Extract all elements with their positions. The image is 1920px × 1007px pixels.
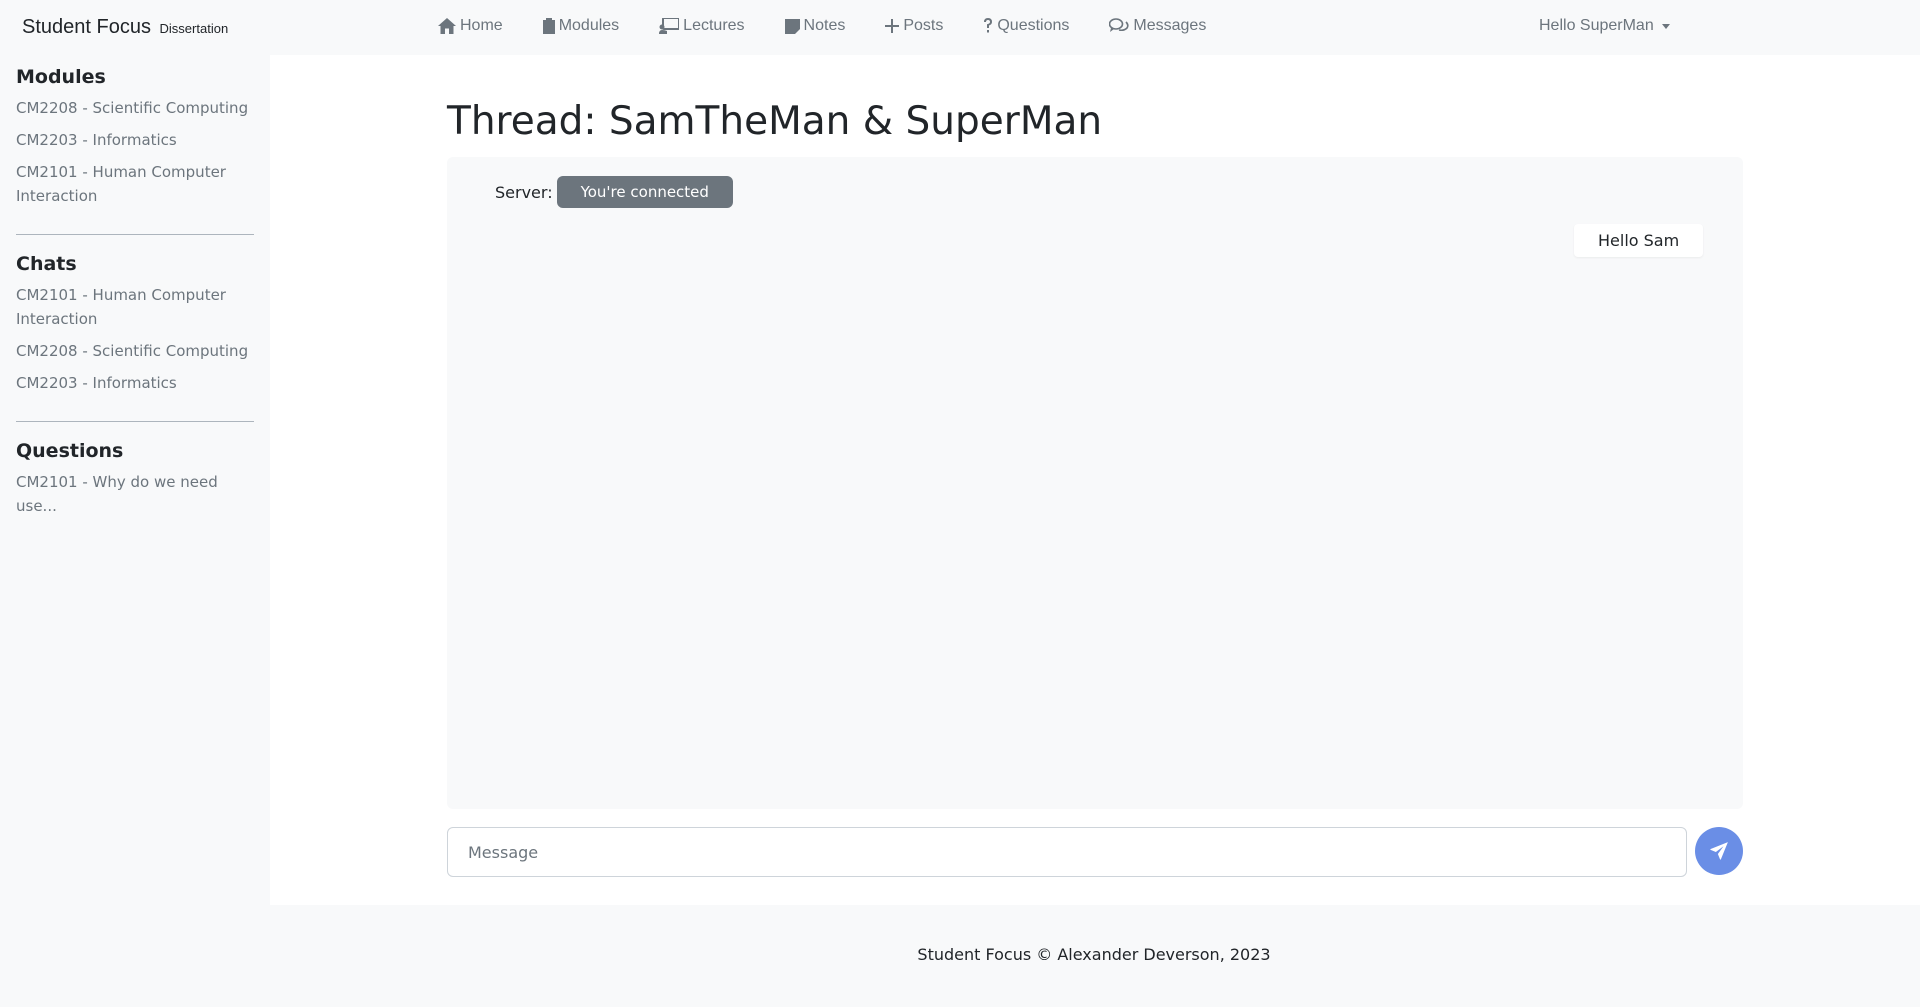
nav-modules[interactable]: Modules: [542, 17, 620, 35]
question-icon: [984, 18, 993, 33]
sidebar-item-module[interactable]: CM2203 - Informatics: [16, 128, 254, 152]
sidebar-questions: Questions CM2101 - Why do we need use...: [16, 440, 254, 544]
main-content: Thread: SamTheMan & SuperMan Server: You…: [270, 55, 1920, 905]
nav-home-label: Home: [460, 17, 503, 34]
note-icon: [784, 18, 800, 34]
nav-links: Home Modules Lectures Notes Posts Questi…: [438, 17, 1246, 35]
brand-name: Student Focus: [22, 16, 151, 38]
send-button[interactable]: [1695, 827, 1743, 875]
plus-icon: [885, 19, 900, 33]
clipboard-icon: [542, 18, 555, 34]
brand-subtitle: Dissertation: [159, 21, 229, 36]
message-bubble: Hello Sam: [1574, 224, 1704, 257]
chevron-down-icon: [1661, 23, 1670, 29]
nav-home[interactable]: Home: [438, 17, 503, 35]
send-icon: [1710, 842, 1728, 860]
footer: Student Focus © Alexander Deverson, 2023: [917, 945, 1271, 964]
sidebar-item-chat[interactable]: CM2203 - Informatics: [16, 371, 254, 395]
page-title: Thread: SamTheMan & SuperMan: [447, 99, 1103, 144]
nav-lectures[interactable]: Lectures: [659, 17, 745, 35]
nav-messages-label: Messages: [1133, 17, 1207, 34]
presentation-icon: [659, 18, 680, 34]
sidebar-chats: Chats CM2101 - Human Computer Interactio…: [16, 253, 254, 422]
home-icon: [438, 18, 456, 34]
sidebar-heading-modules: Modules: [16, 66, 106, 88]
sidebar-modules: Modules CM2208 - Scientific Computing CM…: [16, 66, 254, 235]
brand[interactable]: Student Focus Dissertation: [22, 16, 228, 39]
nav-notes-label: Notes: [803, 17, 846, 34]
top-navbar: Student Focus Dissertation Home Modules …: [0, 0, 1920, 55]
server-status-row: Server: You're connected: [495, 176, 733, 208]
message-input[interactable]: [447, 827, 1687, 877]
sidebar: Modules CM2208 - Scientific Computing CM…: [16, 55, 254, 562]
nav-modules-label: Modules: [558, 17, 620, 34]
sidebar-item-question[interactable]: CM2101 - Why do we need use...: [16, 470, 254, 518]
nav-questions[interactable]: Questions: [983, 17, 1069, 35]
nav-posts[interactable]: Posts: [885, 17, 943, 35]
nav-lectures-label: Lectures: [683, 17, 745, 34]
sidebar-item-chat[interactable]: CM2101 - Human Computer Interaction: [16, 283, 254, 331]
nav-posts-label: Posts: [903, 17, 944, 34]
sidebar-item-chat[interactable]: CM2208 - Scientific Computing: [16, 339, 254, 363]
sidebar-item-module[interactable]: CM2208 - Scientific Computing: [16, 96, 254, 120]
server-label: Server:: [495, 182, 553, 202]
status-badge: You're connected: [556, 176, 733, 208]
nav-messages[interactable]: Messages: [1109, 17, 1206, 35]
sidebar-heading-questions: Questions: [16, 440, 124, 462]
chat-messages-panel[interactable]: Server: You're connected Hello Sam: [447, 157, 1743, 809]
user-greeting: Hello SuperMan: [1539, 17, 1654, 34]
chat-bubbles-icon: [1109, 18, 1130, 32]
sidebar-heading-chats: Chats: [16, 253, 77, 275]
nav-questions-label: Questions: [997, 17, 1070, 34]
user-menu-dropdown[interactable]: Hello SuperMan: [1539, 17, 1670, 35]
sidebar-item-module[interactable]: CM2101 - Human Computer Interaction: [16, 160, 254, 208]
nav-notes[interactable]: Notes: [784, 17, 846, 35]
